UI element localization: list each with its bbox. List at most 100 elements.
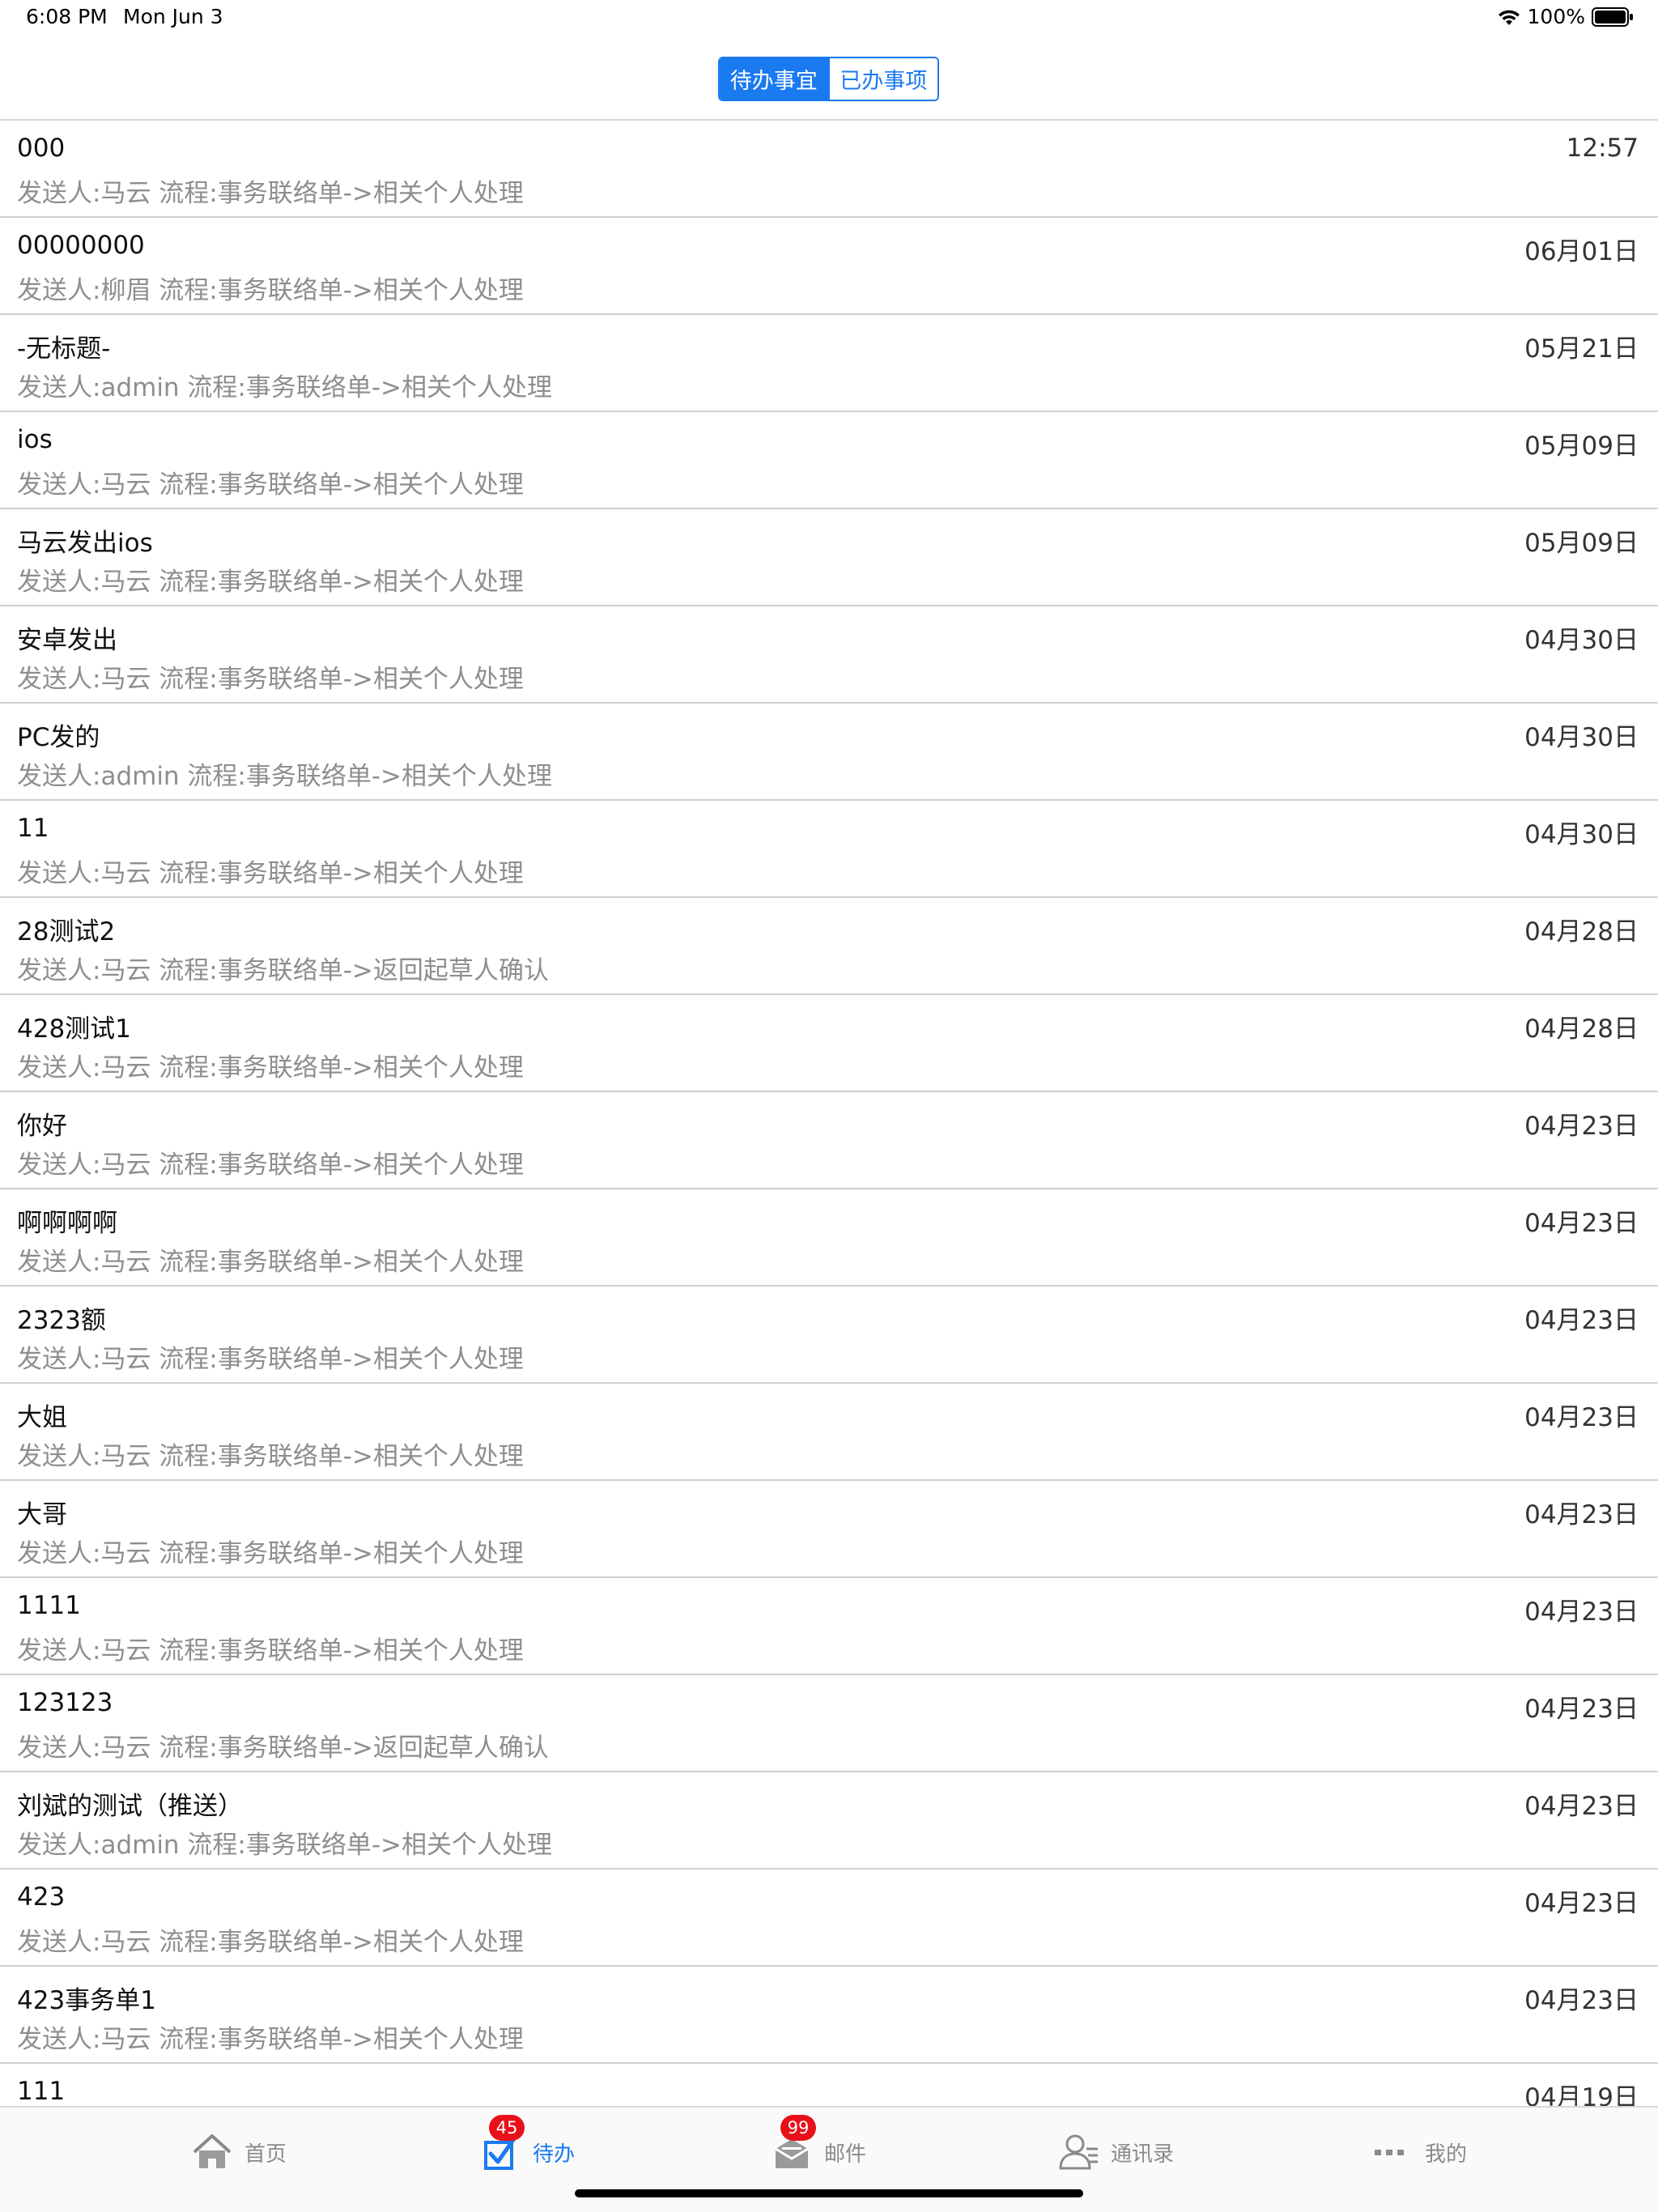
list-item[interactable]: 马云发出ios 发送人:马云 流程:事务联络单->相关个人处理 05月09日 <box>0 509 1658 606</box>
list-item[interactable]: 2323额 发送人:马云 流程:事务联络单->相关个人处理 04月23日 <box>0 1287 1658 1384</box>
wifi-icon <box>1497 8 1521 26</box>
list-item[interactable]: 423 发送人:马云 流程:事务联络单->相关个人处理 04月23日 <box>0 1870 1658 1967</box>
list-item[interactable]: 啊啊啊啊 发送人:马云 流程:事务联络单->相关个人处理 04月23日 <box>0 1189 1658 1287</box>
item-date: 04月23日 <box>1524 1889 1639 1918</box>
item-title: 423事务单1 <box>17 1986 156 2015</box>
tab-home-label: 首页 <box>244 2142 287 2167</box>
item-date: 04月28日 <box>1524 1015 1639 1044</box>
item-date: 04月23日 <box>1524 1112 1639 1141</box>
item-subtitle: 发送人:马云 流程:事务联络单->相关个人处理 <box>17 470 524 500</box>
item-title: 11 <box>17 814 49 843</box>
item-subtitle: 发送人:马云 流程:事务联络单->返回起草人确认 <box>17 1733 549 1763</box>
tab-mail[interactable]: 99 邮件 <box>771 2115 867 2180</box>
status-date: Mon Jun 3 <box>123 5 223 28</box>
item-title: 2323额 <box>17 1306 106 1335</box>
item-subtitle: 发送人:马云 流程:事务联络单->相关个人处理 <box>17 1442 524 1471</box>
tab-todo[interactable]: 45 待办 <box>479 2115 576 2180</box>
tab-contacts[interactable]: 通讯录 <box>1057 2124 1174 2180</box>
item-subtitle: 发送人:马云 流程:事务联络单->相关个人处理 <box>17 1345 524 1374</box>
item-date: 12:57 <box>1566 134 1639 163</box>
list-item[interactable]: 你好 发送人:马云 流程:事务联络单->相关个人处理 04月23日 <box>0 1092 1658 1189</box>
item-subtitle: 发送人:马云 流程:事务联络单->相关个人处理 <box>17 859 524 888</box>
home-icon <box>191 2131 233 2173</box>
list-item[interactable]: 安卓发出 发送人:马云 流程:事务联络单->相关个人处理 04月30日 <box>0 606 1658 704</box>
list-item[interactable]: 111 04月19日 <box>0 2064 1658 2106</box>
segmented-control: 待办事宜 已办事项 <box>718 57 939 101</box>
list-item[interactable]: ios 发送人:马云 流程:事务联络单->相关个人处理 05月09日 <box>0 412 1658 509</box>
tab-mine-label: 我的 <box>1425 2142 1468 2167</box>
item-title: ios <box>17 425 53 454</box>
tab-mail-label: 邮件 <box>824 2142 867 2167</box>
battery-icon <box>1592 6 1634 27</box>
item-subtitle: 发送人:马云 流程:事务联络单->相关个人处理 <box>17 1636 524 1665</box>
list-item[interactable]: PC发的 发送人:admin 流程:事务联络单->相关个人处理 04月30日 <box>0 704 1658 801</box>
item-subtitle: 发送人:马云 流程:事务联络单->相关个人处理 <box>17 568 524 597</box>
checkbox-icon: 45 <box>479 2115 525 2173</box>
item-subtitle: 发送人:马云 流程:事务联络单->相关个人处理 <box>17 1928 524 1957</box>
item-date: 04月19日 <box>1524 2083 1639 2106</box>
item-subtitle: 发送人:马云 流程:事务联络单->相关个人处理 <box>17 179 524 208</box>
contacts-icon <box>1057 2131 1099 2173</box>
list-item[interactable]: 1111 发送人:马云 流程:事务联络单->相关个人处理 04月23日 <box>0 1578 1658 1675</box>
list-item[interactable]: 11 发送人:马云 流程:事务联络单->相关个人处理 04月30日 <box>0 801 1658 898</box>
home-indicator <box>575 2189 1083 2197</box>
item-date: 05月09日 <box>1524 529 1639 558</box>
item-date: 04月30日 <box>1524 820 1639 849</box>
item-subtitle: 发送人:admin 流程:事务联络单->相关个人处理 <box>17 373 553 402</box>
segment-done[interactable]: 已办事项 <box>827 58 937 100</box>
item-title: 00000000 <box>17 231 145 260</box>
item-date: 04月30日 <box>1524 723 1639 752</box>
item-date: 05月21日 <box>1524 334 1639 364</box>
list-item[interactable]: 423事务单1 发送人:马云 流程:事务联络单->相关个人处理 04月23日 <box>0 1967 1658 2064</box>
battery-percent: 100% <box>1527 5 1585 28</box>
more-icon <box>1371 2131 1414 2173</box>
list-item[interactable]: 123123 发送人:马云 流程:事务联络单->返回起草人确认 04月23日 <box>0 1675 1658 1772</box>
mail-badge: 99 <box>780 2115 816 2141</box>
list-item[interactable]: 大姐 发送人:马云 流程:事务联络单->相关个人处理 04月23日 <box>0 1384 1658 1481</box>
list-item[interactable]: 刘斌的测试（推送） 发送人:admin 流程:事务联络单->相关个人处理 04月… <box>0 1772 1658 1870</box>
segment-pending[interactable]: 待办事宜 <box>720 58 828 100</box>
item-date: 04月23日 <box>1524 1792 1639 1821</box>
item-date: 06月01日 <box>1524 237 1639 266</box>
item-subtitle: 发送人:admin 流程:事务联络单->相关个人处理 <box>17 1831 553 1860</box>
list-item[interactable]: 000 发送人:马云 流程:事务联络单->相关个人处理 12:57 <box>0 121 1658 218</box>
item-title: 423 <box>17 1882 66 1912</box>
list-item[interactable]: -无标题- 发送人:admin 流程:事务联络单->相关个人处理 05月21日 <box>0 315 1658 412</box>
item-title: 28测试2 <box>17 917 116 946</box>
item-date: 04月23日 <box>1524 1986 1639 2015</box>
tab-todo-label: 待办 <box>533 2142 576 2167</box>
item-subtitle: 发送人:马云 流程:事务联络单->相关个人处理 <box>17 1539 524 1568</box>
item-title: 428测试1 <box>17 1015 131 1044</box>
list-item[interactable]: 00000000 发送人:柳眉 流程:事务联络单->相关个人处理 06月01日 <box>0 218 1658 315</box>
item-date: 04月23日 <box>1524 1500 1639 1529</box>
item-subtitle: 发送人:马云 流程:事务联络单->相关个人处理 <box>17 2025 524 2054</box>
item-title: 刘斌的测试（推送） <box>17 1792 243 1821</box>
status-bar: 6:08 PM Mon Jun 3 100% <box>0 0 1658 39</box>
item-title: 大姐 <box>17 1403 67 1432</box>
list-item[interactable]: 大哥 发送人:马云 流程:事务联络单->相关个人处理 04月23日 <box>0 1481 1658 1578</box>
item-subtitle: 发送人:admin 流程:事务联络单->相关个人处理 <box>17 762 553 791</box>
item-date: 04月23日 <box>1524 1209 1639 1238</box>
tab-mine[interactable]: 我的 <box>1371 2124 1467 2180</box>
item-date: 04月23日 <box>1524 1306 1639 1335</box>
item-subtitle: 发送人:柳眉 流程:事务联络单->相关个人处理 <box>17 276 524 305</box>
item-subtitle: 发送人:马云 流程:事务联络单->相关个人处理 <box>17 1248 524 1277</box>
item-title: 000 <box>17 134 66 163</box>
item-subtitle: 发送人:马云 流程:事务联络单->相关个人处理 <box>17 1151 524 1180</box>
item-title: 大哥 <box>17 1500 67 1529</box>
item-subtitle: 发送人:马云 流程:事务联络单->返回起草人确认 <box>17 956 549 985</box>
todo-list: 000 发送人:马云 流程:事务联络单->相关个人处理 12:57 000000… <box>0 121 1658 2106</box>
item-date: 04月23日 <box>1524 1403 1639 1432</box>
item-title: 1111 <box>17 1591 81 1620</box>
status-indicators: 100% <box>1497 5 1634 28</box>
item-subtitle: 发送人:马云 流程:事务联络单->相关个人处理 <box>17 665 524 694</box>
list-item[interactable]: 428测试1 发送人:马云 流程:事务联络单->相关个人处理 04月28日 <box>0 995 1658 1092</box>
item-date: 04月23日 <box>1524 1695 1639 1724</box>
list-item[interactable]: 28测试2 发送人:马云 流程:事务联络单->返回起草人确认 04月28日 <box>0 898 1658 995</box>
todo-badge: 45 <box>489 2115 525 2141</box>
item-date: 05月09日 <box>1524 432 1639 461</box>
mail-icon: 99 <box>771 2115 816 2173</box>
tab-home[interactable]: 首页 <box>191 2124 287 2180</box>
item-date: 04月30日 <box>1524 626 1639 655</box>
item-title: 安卓发出 <box>17 626 117 655</box>
